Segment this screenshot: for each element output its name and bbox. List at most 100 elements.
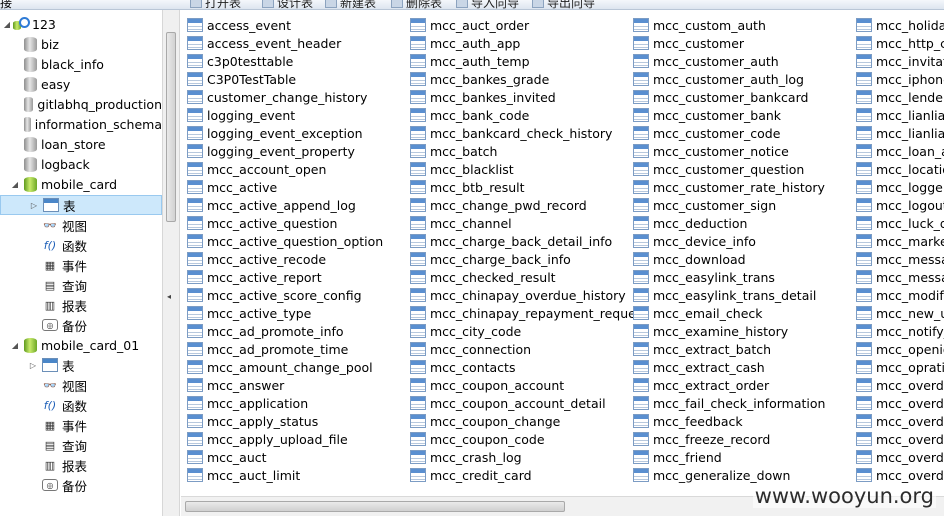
table-list-item[interactable]: mcc_application — [187, 394, 411, 412]
table-list-item[interactable]: mcc_bankcard_check_history — [410, 124, 634, 142]
table-list-item[interactable]: customer_change_history — [187, 88, 411, 106]
table-list-item[interactable]: mcc_crash_log — [410, 448, 634, 466]
table-list-item[interactable]: c3p0testtable — [187, 52, 411, 70]
table-list-item[interactable]: mcc_customer_rate_history — [633, 178, 857, 196]
table-list-item[interactable]: mcc_extract_order — [633, 376, 857, 394]
table-list-item[interactable]: mcc_coupon_change — [410, 412, 634, 430]
table-list-item[interactable]: mcc_market — [856, 232, 944, 250]
table-list-item[interactable]: mcc_auth_app — [410, 34, 634, 52]
table-list-item[interactable]: mcc_customer_code — [633, 124, 857, 142]
table-list-item[interactable]: mcc_overd — [856, 448, 944, 466]
table-list-item[interactable]: access_event_header — [187, 34, 411, 52]
table-list-item[interactable]: mcc_email_check — [633, 304, 857, 322]
collapse-icon[interactable]: ◢ — [2, 19, 12, 29]
table-list-item[interactable]: logging_event — [187, 106, 411, 124]
tree-item-reports[interactable]: ▥ 报表 — [0, 455, 162, 475]
table-list-item[interactable]: mcc_customer_bank — [633, 106, 857, 124]
table-list-item[interactable]: mcc_customer_auth — [633, 52, 857, 70]
table-list-item[interactable]: mcc_lender — [856, 88, 944, 106]
table-list-item[interactable]: mcc_city_code — [410, 322, 634, 340]
table-list-item[interactable]: mcc_locatio — [856, 160, 944, 178]
table-list-item[interactable]: mcc_logger — [856, 178, 944, 196]
table-list-item[interactable]: mcc_active_append_log — [187, 196, 411, 214]
table-list-item[interactable]: mcc_extract_cash — [633, 358, 857, 376]
table-list-item[interactable]: mcc_download — [633, 250, 857, 268]
tree-scrollbar[interactable]: ◂ — [162, 10, 180, 516]
tree-database[interactable]: logback — [0, 154, 162, 174]
table-list-item[interactable]: mcc_auth_temp — [410, 52, 634, 70]
table-list-item[interactable]: mcc_ad_promote_info — [187, 322, 411, 340]
tree-item-events[interactable]: ▦ 事件 — [0, 255, 162, 275]
table-list-item[interactable]: mcc_answer — [187, 376, 411, 394]
tree-item-views[interactable]: 👓 视图 — [0, 215, 162, 235]
table-list-item[interactable]: mcc_holida — [856, 16, 944, 34]
table-list-item[interactable]: mcc_customer_bankcard — [633, 88, 857, 106]
scrollbar-thumb[interactable] — [166, 32, 176, 222]
tree-database[interactable]: black_info — [0, 54, 162, 74]
tree-database-open[interactable]: ◢ mobile_card — [0, 174, 162, 194]
table-list-item[interactable]: mcc_bankes_grade — [410, 70, 634, 88]
table-list-item[interactable]: mcc_customer_auth_log — [633, 70, 857, 88]
table-list-item[interactable]: mcc_account_open — [187, 160, 411, 178]
tree-item-tables[interactable]: ▷ 表 — [0, 195, 162, 215]
table-list-item[interactable]: mcc_customer — [633, 34, 857, 52]
table-list-item[interactable]: mcc_active_question — [187, 214, 411, 232]
table-list-item[interactable]: mcc_active_question_option — [187, 232, 411, 250]
tree-item-functions[interactable]: f() 函数 — [0, 395, 162, 415]
table-list-item[interactable]: mcc_openio — [856, 340, 944, 358]
table-list-item[interactable]: mcc_apply_upload_file — [187, 430, 411, 448]
tree-item-backups[interactable]: ◎ 备份 — [0, 475, 162, 495]
table-list-item[interactable]: mcc_amount_change_pool — [187, 358, 411, 376]
table-list-item[interactable]: mcc_feedback — [633, 412, 857, 430]
table-list-item[interactable]: mcc_iphone — [856, 70, 944, 88]
table-list-item[interactable]: mcc_custom_auth — [633, 16, 857, 34]
tree-database[interactable]: biz — [0, 34, 162, 54]
tree-item-queries[interactable]: ▤ 查询 — [0, 435, 162, 455]
table-list-item[interactable]: mcc_customer_sign — [633, 196, 857, 214]
table-list-item[interactable]: logging_event_property — [187, 142, 411, 160]
table-list-item[interactable]: mcc_active_score_config — [187, 286, 411, 304]
table-list-item[interactable]: mcc_loan_a — [856, 142, 944, 160]
table-list-item[interactable]: mcc_active_recode — [187, 250, 411, 268]
table-list-item[interactable]: mcc_bank_code — [410, 106, 634, 124]
table-list-item[interactable]: mcc_ad_promote_time — [187, 340, 411, 358]
delete-table-button[interactable]: 删除表 — [391, 0, 442, 9]
table-list-item[interactable]: mcc_device_info — [633, 232, 857, 250]
table-list-item[interactable]: mcc_blacklist — [410, 160, 634, 178]
tree-item-backups[interactable]: ◎ 备份 — [0, 315, 162, 335]
table-list-item[interactable]: mcc_overd — [856, 394, 944, 412]
design-table-button[interactable]: 设计表 — [262, 0, 313, 9]
table-list-item[interactable]: mcc_logout — [856, 196, 944, 214]
table-list-item[interactable]: mcc_charge_back_detail_info — [410, 232, 634, 250]
collapse-icon[interactable]: ◢ — [10, 179, 20, 189]
tree-item-tables[interactable]: ▷ 表 — [0, 355, 162, 375]
table-list-item[interactable]: mcc_change_pwd_record — [410, 196, 634, 214]
table-list-item[interactable]: mcc_checked_result — [410, 268, 634, 286]
table-list-item[interactable]: access_event — [187, 16, 411, 34]
table-list-item[interactable]: mcc_credit_card — [410, 466, 634, 484]
tree-item-queries[interactable]: ▤ 查询 — [0, 275, 162, 295]
collapse-icon[interactable]: ◢ — [10, 340, 20, 350]
table-list-item[interactable]: mcc_coupon_code — [410, 430, 634, 448]
table-list-item[interactable]: mcc_generalize_down — [633, 466, 857, 484]
tree-database[interactable]: loan_store — [0, 134, 162, 154]
table-list-item[interactable]: mcc_active_type — [187, 304, 411, 322]
table-list-item[interactable]: logging_event_exception — [187, 124, 411, 142]
table-list-item[interactable]: mcc_lianlian — [856, 124, 944, 142]
new-table-button[interactable]: 新建表 — [325, 0, 376, 9]
table-list-item[interactable]: mcc_customer_notice — [633, 142, 857, 160]
table-list-item[interactable]: mcc_modif — [856, 286, 944, 304]
table-list-item[interactable]: mcc_easylink_trans_detail — [633, 286, 857, 304]
table-list-item[interactable]: mcc_examine_history — [633, 322, 857, 340]
export-wizard-button[interactable]: 导出向导 — [532, 0, 595, 9]
table-list-item[interactable]: mcc_coupon_account — [410, 376, 634, 394]
table-list-item[interactable]: mcc_overd — [856, 430, 944, 448]
table-list-item[interactable]: mcc_bankes_invited — [410, 88, 634, 106]
table-list-item[interactable]: mcc_channel — [410, 214, 634, 232]
table-list-item[interactable]: C3P0TestTable — [187, 70, 411, 88]
table-list-item[interactable]: mcc_friend — [633, 448, 857, 466]
table-list-item[interactable]: mcc_easylink_trans — [633, 268, 857, 286]
table-list-item[interactable]: mcc_oprati — [856, 358, 944, 376]
table-list-item[interactable]: mcc_overd — [856, 466, 944, 484]
table-list-item[interactable]: mcc_apply_status — [187, 412, 411, 430]
